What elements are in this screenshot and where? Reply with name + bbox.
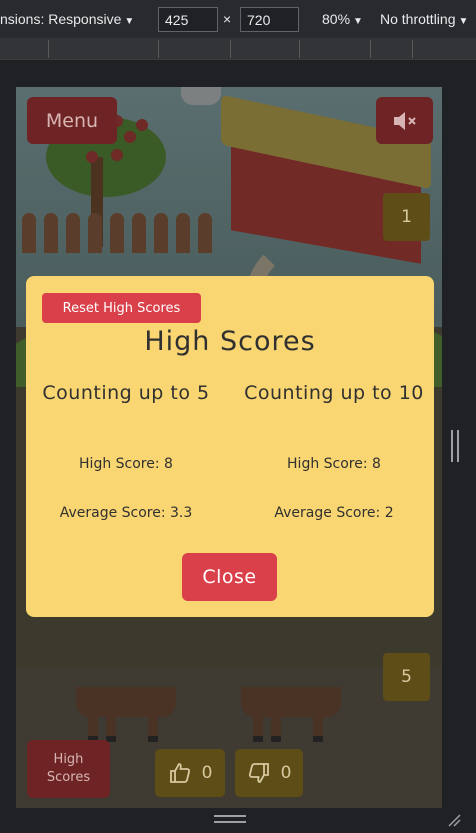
thumbs-up-button[interactable]: 0 (155, 749, 225, 797)
reset-label: Reset High Scores (62, 300, 181, 316)
caret-down-icon: ▼ (458, 16, 469, 27)
zoom-label: 80% (322, 11, 351, 27)
thumbs-up-count: 0 (201, 763, 213, 783)
number-tile-value: 1 (401, 207, 412, 227)
cow-illustration (241, 687, 341, 742)
thumbs-up-icon (169, 763, 190, 783)
resize-handle-right[interactable] (451, 430, 459, 462)
caret-down-icon: ▼ (124, 16, 135, 27)
high-scores-label: High Scores (46, 752, 91, 785)
media-query-bar (0, 38, 476, 60)
dimensions-dropdown[interactable]: nsions: Responsive ▼ (0, 11, 134, 27)
throttling-label: No throttling (380, 11, 456, 27)
thumbs-down-icon (248, 763, 269, 783)
times-sign: × (223, 11, 232, 27)
menu-label: Menu (45, 109, 99, 132)
width-input[interactable] (158, 7, 218, 32)
devtools-device-toolbar: nsions: Responsive▼ × 80%▼ No throttling… (0, 0, 476, 38)
mute-button[interactable] (376, 97, 433, 144)
apple-icon (111, 149, 123, 161)
menu-button[interactable]: Menu (27, 97, 117, 144)
throttling-dropdown[interactable]: No throttling ▼ (380, 11, 468, 27)
apple-icon (136, 119, 148, 131)
resize-handle-bottom[interactable] (214, 815, 246, 823)
score-column: Counting up to 5 High Score: 8 Average S… (26, 381, 226, 521)
number-tile[interactable]: 5 (383, 653, 430, 701)
resize-corner-icon[interactable] (447, 813, 461, 827)
score-column: Counting up to 10 High Score: 8 Average … (234, 381, 434, 521)
height-input[interactable] (240, 7, 299, 32)
thumbs-down-button[interactable]: 0 (235, 749, 303, 797)
high-score-text: High Score: 8 (287, 456, 381, 472)
apple-icon (86, 151, 98, 163)
fence (16, 213, 216, 253)
reset-high-scores-button[interactable]: Reset High Scores (42, 293, 201, 323)
number-tile[interactable]: 1 (383, 193, 430, 241)
mute-icon (393, 111, 416, 130)
number-tile-value: 5 (401, 667, 412, 687)
column-title: Counting up to 5 (42, 382, 210, 404)
dimensions-label: nsions: Responsive (0, 11, 122, 27)
cloud-icon (181, 87, 221, 105)
close-label: Close (202, 566, 257, 588)
close-button[interactable]: Close (182, 553, 277, 601)
apple-icon (124, 131, 136, 143)
caret-down-icon: ▼ (353, 16, 363, 27)
high-scores-button[interactable]: High Scores (27, 740, 110, 798)
average-score-text: Average Score: 2 (274, 505, 394, 521)
high-score-text: High Score: 8 (79, 456, 173, 472)
modal-title: High Scores (144, 326, 316, 357)
thumbs-down-count: 0 (280, 763, 292, 783)
zoom-dropdown[interactable]: 80% ▼ (322, 11, 363, 27)
high-scores-modal: Reset High Scores High Scores Counting u… (26, 276, 434, 617)
average-score-text: Average Score: 3.3 (59, 505, 193, 521)
column-title: Counting up to 10 (244, 382, 424, 404)
cow-illustration (76, 687, 176, 742)
